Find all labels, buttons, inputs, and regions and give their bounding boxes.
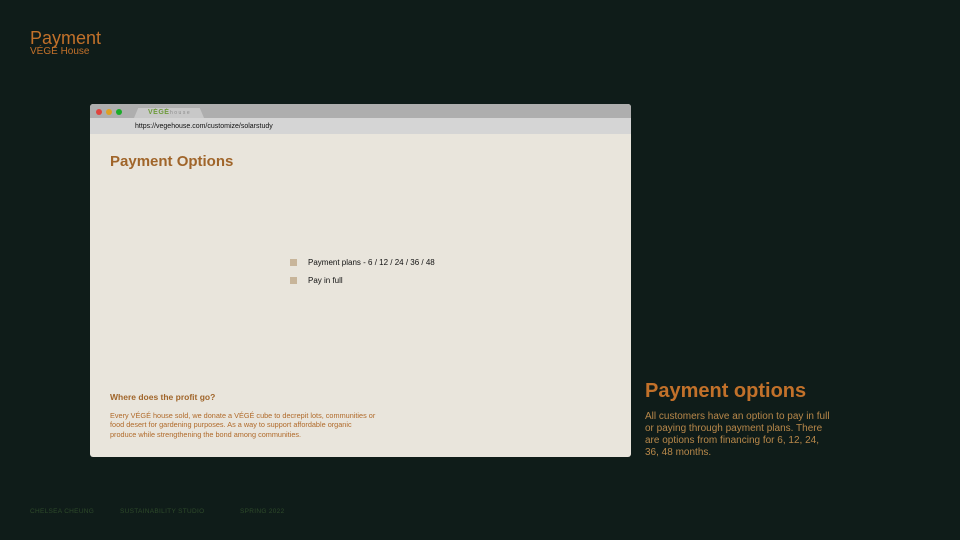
- footer-studio: SUSTAINABILITY STUDIO: [120, 508, 205, 515]
- option-checkbox[interactable]: [290, 258, 297, 266]
- footer-author: CHELSEA CHEUNG: [30, 508, 95, 515]
- slide: Payment VÉGÉ House VÉGÉ house https://ve…: [0, 0, 960, 540]
- option-label: Pay in full: [308, 275, 343, 285]
- maximize-window-icon[interactable]: [116, 109, 122, 115]
- minimize-window-icon[interactable]: [106, 109, 112, 115]
- payment-options-list: Payment plans - 6 / 12 / 24 / 36 / 48 Pa…: [290, 256, 435, 292]
- profit-text: Every VÉGÉ house sold, we donate a VÉGÉ …: [110, 411, 376, 439]
- browser-window: VÉGÉ house https://vegehouse.com/customi…: [90, 104, 631, 457]
- side-description: All customers have an option to pay in f…: [645, 411, 830, 458]
- side-heading: Payment options: [645, 380, 807, 402]
- slide-title: Payment: [30, 28, 102, 48]
- vege-logo: VÉGÉ: [148, 109, 170, 116]
- option-checkbox[interactable]: [290, 276, 297, 284]
- payment-option-plans[interactable]: Payment plans - 6 / 12 / 24 / 36 / 48: [290, 256, 435, 268]
- tab-house-text: house: [170, 110, 192, 116]
- footer-term: SPRING 2022: [240, 508, 285, 515]
- profit-heading: Where does the profit go?: [110, 392, 216, 402]
- payment-option-full[interactable]: Pay in full: [290, 274, 435, 286]
- address-bar[interactable]: https://vegehouse.com/customize/solarstu…: [90, 118, 631, 134]
- option-label: Payment plans - 6 / 12 / 24 / 36 / 48: [308, 257, 435, 267]
- close-window-icon[interactable]: [96, 109, 102, 115]
- browser-tab-bar: VÉGÉ house: [90, 104, 631, 118]
- page-heading: Payment Options: [110, 153, 234, 170]
- slide-subtitle: VÉGÉ House: [30, 46, 90, 57]
- browser-tab[interactable]: VÉGÉ house: [134, 108, 204, 118]
- url-text[interactable]: https://vegehouse.com/customize/solarstu…: [135, 122, 273, 131]
